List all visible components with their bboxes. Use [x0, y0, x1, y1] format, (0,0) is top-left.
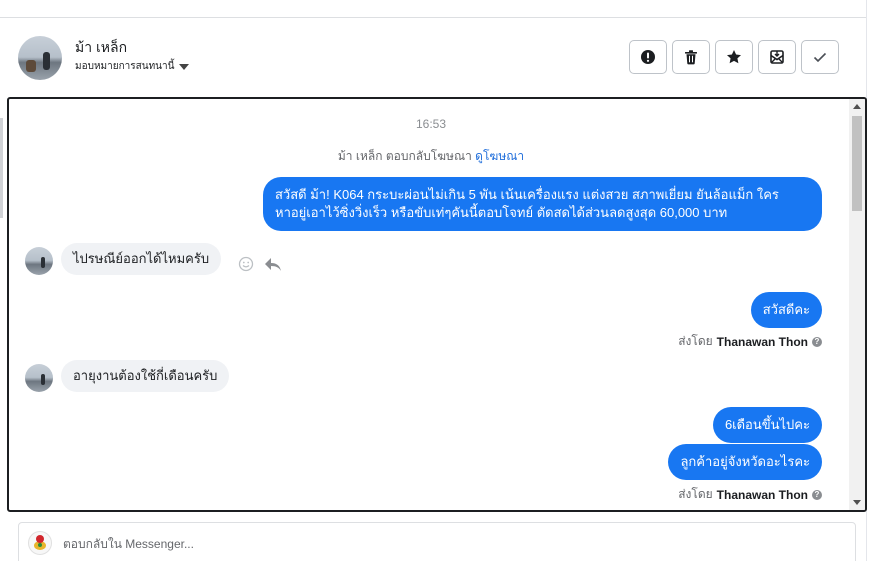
- help-icon[interactable]: ?: [812, 489, 822, 500]
- reply-icon[interactable]: [264, 256, 282, 272]
- help-icon[interactable]: ?: [812, 336, 822, 347]
- contact-avatar-small[interactable]: [25, 247, 53, 275]
- reply-composer: [18, 522, 856, 561]
- scrollbar-thumb[interactable]: [852, 116, 862, 211]
- conversation-actions: [629, 40, 839, 74]
- page-avatar: [28, 531, 52, 555]
- sent-by-name: Thanawan Thon: [716, 487, 808, 502]
- message-bubble-outgoing[interactable]: สวัสดี ม้า! K064 กระบะผ่อนไม่เกิน 5 พัน …: [263, 177, 822, 231]
- message-bubble-outgoing[interactable]: 6เดือนขึ้นไปคะ: [712, 407, 822, 443]
- message-timestamp: 16:53: [415, 117, 447, 131]
- message-text-line: สวัสดี ม้า! K064 กระบะผ่อนไม่เกิน 5 พัน …: [275, 187, 779, 202]
- star-icon: [727, 50, 741, 64]
- badge-center: [38, 543, 42, 547]
- ad-reply-notice-text: ม้า เหล็ก ตอบกลับโฆษณา: [337, 149, 472, 163]
- move-to-inbox-button[interactable]: [758, 40, 796, 74]
- emoji-react-icon[interactable]: [238, 256, 254, 272]
- conversation-header: ม้า เหล็ก มอบหมายการสนทนานี้: [0, 18, 866, 96]
- star-button[interactable]: [715, 40, 753, 74]
- message-bubble-incoming[interactable]: ไปรษณีย์ออกได้ไหมครับ: [61, 243, 222, 275]
- message-bubble-outgoing[interactable]: สวัสดีคะ: [750, 292, 822, 328]
- reply-input[interactable]: [63, 537, 763, 551]
- message-thread[interactable]: 16:53 ม้า เหล็ก ตอบกลับโฆษณา ดูโฆษณา สวั…: [7, 97, 867, 512]
- sent-by-line: ส่งโดย Thanawan Thon ?: [678, 485, 822, 504]
- check-icon: [813, 52, 827, 63]
- avatar-figure: [41, 374, 45, 385]
- view-ad-link[interactable]: ดูโฆษณา: [475, 149, 524, 163]
- assign-conversation-dropdown[interactable]: มอบหมายการสนทนานี้: [75, 59, 190, 74]
- mark-done-button[interactable]: [801, 40, 839, 74]
- trash-icon: [685, 50, 697, 65]
- scroll-down-arrow-icon[interactable]: [853, 500, 861, 505]
- message-tools: [238, 256, 282, 272]
- scroll-up-arrow-icon[interactable]: [853, 104, 861, 109]
- left-panel-edge: [0, 118, 3, 218]
- message-bubble-incoming[interactable]: อายุงานต้องใช้กี่เดือนครับ: [61, 360, 230, 392]
- caret-down-icon: [179, 63, 190, 70]
- mark-spam-button[interactable]: [629, 40, 667, 74]
- contact-avatar[interactable]: [18, 36, 62, 80]
- sent-by-label: ส่งโดย: [678, 334, 713, 348]
- sent-by-name: Thanawan Thon: [716, 334, 808, 349]
- avatar-figure-secondary: [26, 60, 36, 72]
- contact-name[interactable]: ม้า เหล็ก: [75, 37, 127, 59]
- sent-by-label: ส่งโดย: [678, 487, 713, 501]
- message-text-line: หาอยู่เอาไว้ซิ่งวิ่งเร็ว หรือขับเท่ๆคันน…: [275, 205, 728, 220]
- inbox-conversation-page: ม้า เหล็ก มอบหมายการสนทนานี้ 16:53 ม้า เ…: [0, 0, 876, 561]
- inbox-icon: [770, 50, 784, 64]
- avatar-figure: [41, 257, 45, 268]
- badge-top: [36, 535, 44, 543]
- sent-by-line: ส่งโดย Thanawan Thon ?: [678, 332, 822, 351]
- message-bubble-outgoing[interactable]: ลูกค้าอยู่จังหวัดอะไรคะ: [668, 444, 822, 480]
- contact-avatar-small[interactable]: [25, 364, 53, 392]
- avatar-figure: [43, 52, 50, 70]
- exclamation-icon: [641, 50, 655, 64]
- delete-button[interactable]: [672, 40, 710, 74]
- assign-conversation-label: มอบหมายการสนทนานี้: [75, 61, 175, 72]
- thread-scrollbar[interactable]: [849, 99, 865, 510]
- ad-reply-notice: ม้า เหล็ก ตอบกลับโฆษณา ดูโฆษณา: [9, 147, 853, 166]
